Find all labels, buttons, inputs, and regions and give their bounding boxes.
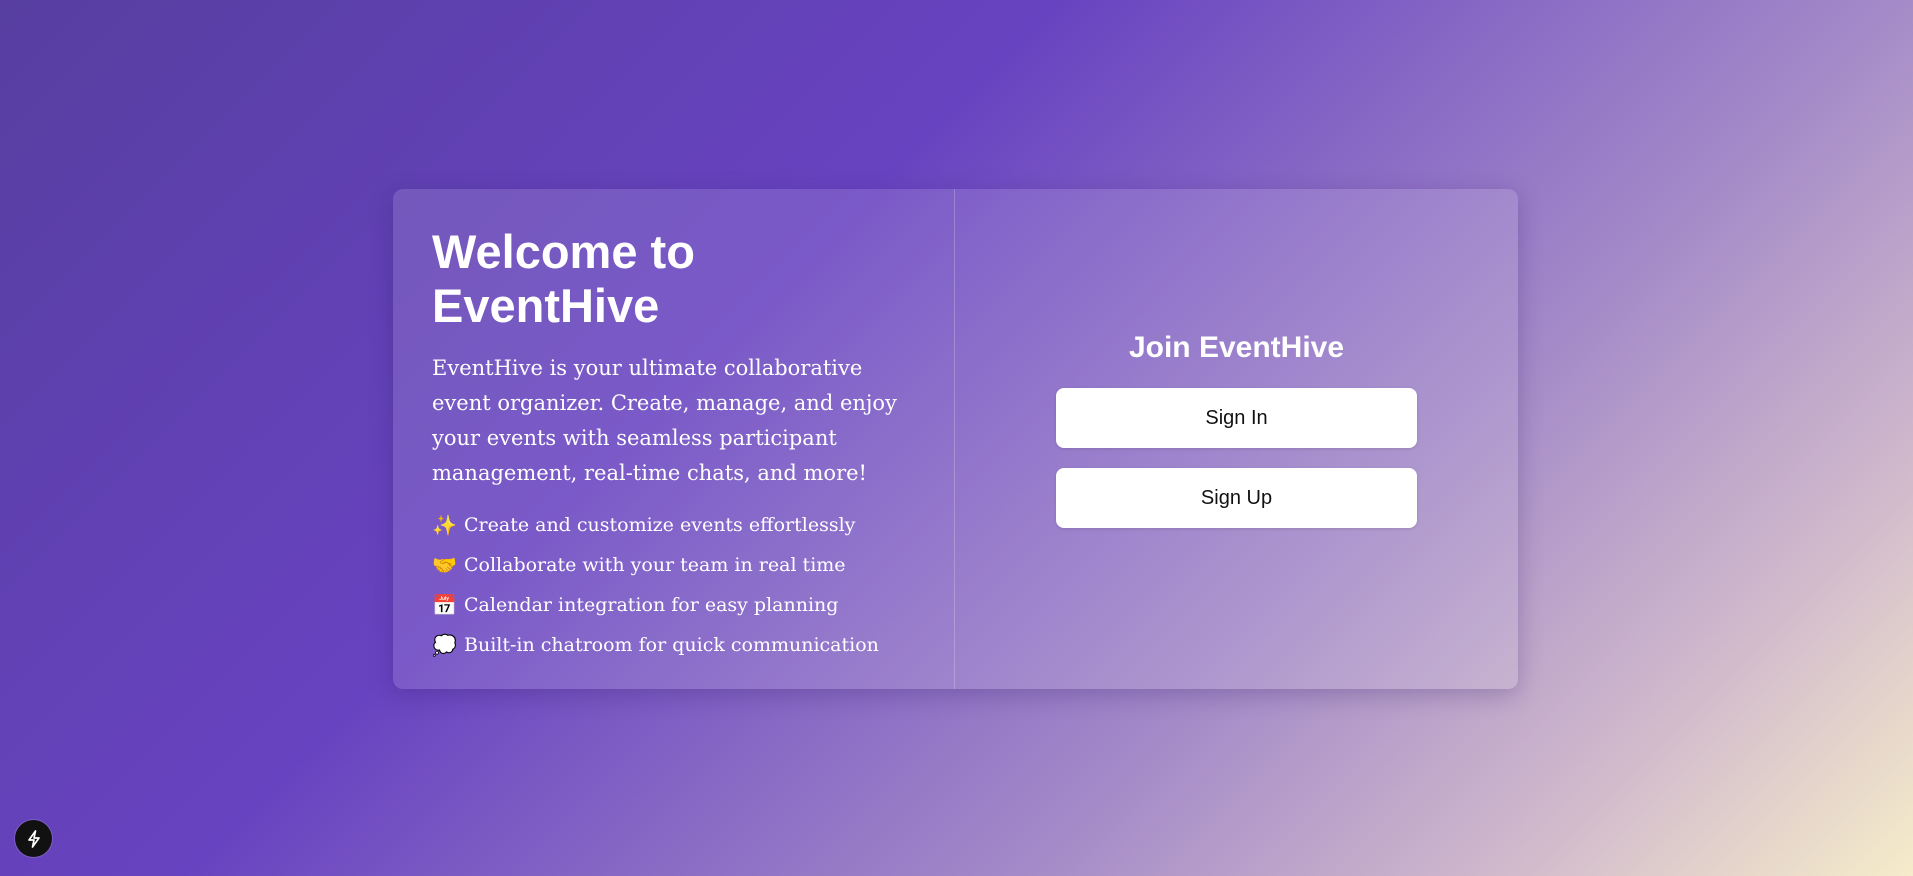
calendar-icon: 📅 <box>432 593 457 617</box>
sign-in-button[interactable]: Sign In <box>1056 388 1417 448</box>
feature-text: Collaborate with your team in real time <box>464 554 846 576</box>
feature-item: 🤝 Collaborate with your team in real tim… <box>432 545 916 585</box>
welcome-card: Welcome to EventHive EventHive is your u… <box>393 189 1518 689</box>
feature-item: 📅 Calendar integration for easy planning <box>432 585 916 625</box>
dev-tools-button[interactable] <box>15 820 52 857</box>
feature-item: 💭 Built-in chatroom for quick communicat… <box>432 625 916 665</box>
lightning-bolt-icon <box>27 829 40 848</box>
feature-text: Built-in chatroom for quick communicatio… <box>464 634 879 656</box>
feature-list: ✨ Create and customize events effortless… <box>432 505 916 665</box>
speech-bubble-icon: 💭 <box>432 633 457 657</box>
feature-item: ✨ Create and customize events effortless… <box>432 505 916 545</box>
feature-text: Calendar integration for easy planning <box>464 594 839 616</box>
sign-up-button[interactable]: Sign Up <box>1056 468 1417 528</box>
intro-description: EventHive is your ultimate collaborative… <box>432 356 897 485</box>
feature-text: Create and customize events effortlessly <box>464 514 856 536</box>
join-heading: Join EventHive <box>1128 331 1345 364</box>
sparkles-icon: ✨ <box>432 513 457 537</box>
page-title: Welcome to EventHive <box>432 225 695 332</box>
auth-panel: Join EventHive Sign In Sign Up <box>955 189 1518 689</box>
intro-panel: Welcome to EventHive EventHive is your u… <box>393 189 955 689</box>
handshake-icon: 🤝 <box>432 553 457 577</box>
